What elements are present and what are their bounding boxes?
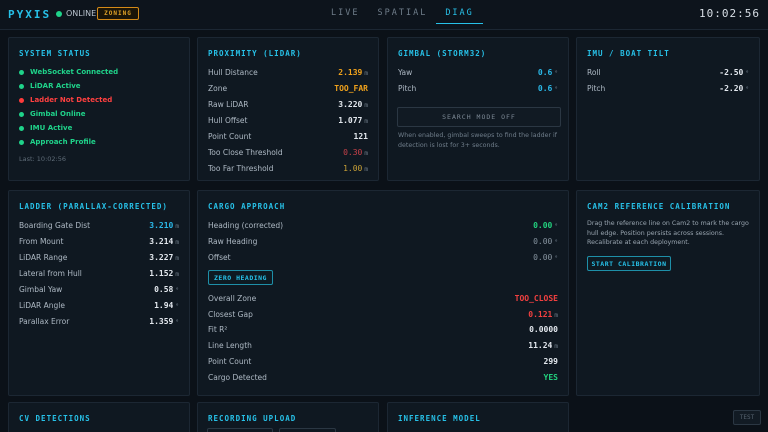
test-button[interactable]: TEST xyxy=(733,410,761,425)
metric-row: Point Count 299 xyxy=(208,357,558,366)
metric-row: Raw LiDAR 3.220 m xyxy=(208,100,368,109)
metric-row: LiDAR Angle 1.94 ° xyxy=(19,301,179,310)
status-item: LiDAR Active xyxy=(19,82,81,90)
card-title: INFERENCE MODEL xyxy=(398,414,481,423)
status-ok-icon xyxy=(19,139,24,145)
card-title: RECORDING UPLOAD xyxy=(208,414,297,423)
recording-button[interactable] xyxy=(279,428,336,432)
metric-row: Fit R² 0.0000 xyxy=(208,325,558,334)
online-dot-icon xyxy=(56,10,62,17)
zoning-badge[interactable]: ZONING xyxy=(97,7,139,20)
card-title: CV DETECTIONS xyxy=(19,414,91,423)
clock: 10:02:56 xyxy=(699,7,760,20)
tab-live[interactable]: LIVE xyxy=(322,8,368,24)
metric-row: Parallax Error 1.359 ° xyxy=(19,317,179,326)
imu-card: IMU / BOAT TILT Roll -2.50 ° Pitch -2.20 ° xyxy=(576,37,760,181)
start-calibration-button[interactable]: START CALIBRATION xyxy=(587,256,671,271)
card-title: CAM2 REFERENCE CALIBRATION xyxy=(587,202,731,211)
gimbal-note: When enabled, gimbal sweeps to find the … xyxy=(398,132,558,149)
zero-heading-button[interactable]: ZERO HEADING xyxy=(208,270,273,285)
view-tabs: LIVE SPATIAL DIAG xyxy=(322,8,483,24)
status-ok-icon xyxy=(19,125,24,131)
metric-row: Overall Zone TOO_CLOSE xyxy=(208,294,558,303)
status-ok-icon xyxy=(19,111,24,117)
search-mode-button[interactable]: SEARCH MODE OFF xyxy=(397,107,561,127)
calibration-note: Drag the reference line on Cam2 to mark … xyxy=(587,220,749,246)
top-bar: PYXIS ONLINE ZONING LIVE SPATIAL DIAG 10… xyxy=(0,0,768,30)
metric-row: Point Count 121 xyxy=(208,132,368,141)
metric-row: From Mount 3.214 m xyxy=(19,237,179,246)
card-title: GIMBAL (STORM32) xyxy=(398,49,487,58)
metric-row: Cargo Detected YES xyxy=(208,373,558,382)
metric-row: Heading (corrected) 0.00 ° xyxy=(208,221,558,230)
metric-row: LiDAR Range 3.227 m xyxy=(19,253,179,262)
metric-row: Hull Distance 2.139 m xyxy=(208,68,368,77)
status-ok-icon xyxy=(19,83,24,89)
metric-row: Lateral from Hull 1.152 m xyxy=(19,269,179,278)
last-update: Last: 10:02:56 xyxy=(19,155,66,163)
status-item: Gimbal Online xyxy=(19,110,85,118)
metric-row: Pitch 0.6 ° xyxy=(398,84,558,93)
card-title: PROXIMITY (LIDAR) xyxy=(208,49,302,58)
tab-diag[interactable]: DIAG xyxy=(436,8,483,24)
metric-row: Line Length 11.24 m xyxy=(208,341,558,350)
metric-row: Hull Offset 1.077 m xyxy=(208,116,368,125)
metric-row: Too Far Threshold 1.00 m xyxy=(208,164,368,173)
metric-row: Zone TOO_FAR xyxy=(208,84,368,93)
metric-row: Raw Heading 0.00 ° xyxy=(208,237,558,246)
recording-button[interactable] xyxy=(207,428,273,432)
card-title: LADDER (PARALLAX-CORRECTED) xyxy=(19,202,168,211)
metric-row: Pitch -2.20 ° xyxy=(587,84,749,93)
status-item: Ladder Not Detected xyxy=(19,96,112,104)
tab-spatial[interactable]: SPATIAL xyxy=(368,8,436,24)
gimbal-card: GIMBAL (STORM32) Yaw 0.6 ° Pitch 0.6 ° SEARC… xyxy=(387,37,569,181)
status-ok-icon xyxy=(19,69,24,75)
proximity-card: PROXIMITY (LIDAR) Hull Distance 2.139 m Zo… xyxy=(197,37,379,181)
connection-status: ONLINE xyxy=(56,9,96,18)
inference-model-card: INFERENCE MODEL xyxy=(387,402,569,432)
metric-row: Boarding Gate Dist 3.210 m xyxy=(19,221,179,230)
status-item: IMU Active xyxy=(19,124,72,132)
metric-row: Too Close Threshold 0.30 m xyxy=(208,148,368,157)
cargo-approach-card: CARGO APPROACH Heading (corrected) 0.00 ° … xyxy=(197,190,569,396)
metric-row: Offset 0.00 ° xyxy=(208,253,558,262)
card-title: CARGO APPROACH xyxy=(208,202,286,211)
system-status-card: SYSTEM STATUS WebSocket Connected LiDAR … xyxy=(8,37,190,181)
status-error-icon xyxy=(19,97,24,103)
app-brand: PYXIS xyxy=(8,8,52,21)
card-title: SYSTEM STATUS xyxy=(19,49,91,58)
recording-upload-card: RECORDING UPLOAD xyxy=(197,402,379,432)
cv-detections-card: CV DETECTIONS xyxy=(8,402,190,432)
cam2-calibration-card: CAM2 REFERENCE CALIBRATION Drag the refe… xyxy=(576,190,760,396)
metric-row: Gimbal Yaw 0.58 ° xyxy=(19,285,179,294)
ladder-card: LADDER (PARALLAX-CORRECTED) Boarding Gat… xyxy=(8,190,190,396)
status-item: Approach Profile xyxy=(19,138,96,146)
metric-row: Closest Gap 0.121 m xyxy=(208,310,558,319)
card-title: IMU / BOAT TILT xyxy=(587,49,670,58)
online-label: ONLINE xyxy=(66,9,97,18)
metric-row: Roll -2.50 ° xyxy=(587,68,749,77)
status-item: WebSocket Connected xyxy=(19,68,118,76)
metric-row: Yaw 0.6 ° xyxy=(398,68,558,77)
